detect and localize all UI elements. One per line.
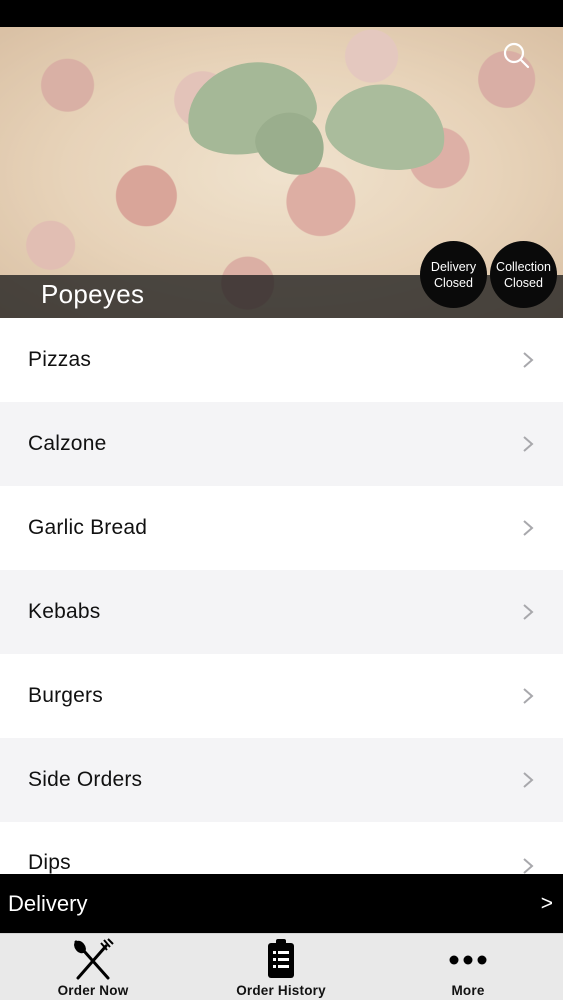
delivery-mode-bar[interactable]: Delivery > <box>0 874 563 933</box>
category-list: Pizzas Calzone Garlic Bread Kebabs Burge… <box>0 318 563 874</box>
hero-banner: Popeyes Delivery Closed Collection Close… <box>0 27 563 318</box>
category-row-kebabs[interactable]: Kebabs <box>0 570 563 654</box>
category-row-garlic-bread[interactable]: Garlic Bread <box>0 486 563 570</box>
ellipsis-icon <box>449 955 487 965</box>
chevron-right-icon <box>523 858 534 874</box>
category-row-calzone[interactable]: Calzone <box>0 402 563 486</box>
category-label: Calzone <box>28 432 107 455</box>
status-bar <box>0 0 563 27</box>
app-screen: Popeyes Delivery Closed Collection Close… <box>0 0 563 1000</box>
tab-order-now[interactable]: Order Now <box>13 934 173 1000</box>
chevron-right-icon <box>523 352 534 368</box>
category-row-pizzas[interactable]: Pizzas <box>0 318 563 402</box>
search-icon <box>503 42 530 69</box>
search-button[interactable] <box>502 41 530 69</box>
category-row-dips[interactable]: Dips <box>0 822 563 874</box>
collection-status-badge: Collection Closed <box>490 241 557 308</box>
fork-knife-icon <box>74 938 114 980</box>
delivery-status-badge: Delivery Closed <box>420 241 487 308</box>
category-label: Pizzas <box>28 348 92 371</box>
tab-label: Order History <box>236 983 326 998</box>
tab-bar: Order Now Order History More <box>0 933 563 1000</box>
collection-status-label: Collection <box>496 259 551 274</box>
category-label: Burgers <box>28 684 103 707</box>
delivery-status-value: Closed <box>434 275 473 290</box>
category-label: Garlic Bread <box>28 516 148 539</box>
category-row-burgers[interactable]: Burgers <box>0 654 563 738</box>
chevron-right-icon <box>523 436 534 452</box>
chevron-right-icon <box>523 688 534 704</box>
tab-more[interactable]: More <box>388 934 548 1000</box>
collection-status-value: Closed <box>504 275 543 290</box>
tab-order-history[interactable]: Order History <box>201 934 361 1000</box>
tab-label: Order Now <box>57 983 129 998</box>
clipboard-list-icon <box>268 939 294 978</box>
category-label: Kebabs <box>28 600 101 623</box>
chevron-right-icon <box>523 772 534 788</box>
category-row-side-orders[interactable]: Side Orders <box>0 738 563 822</box>
delivery-mode-label: Delivery <box>8 891 88 916</box>
restaurant-name: Popeyes <box>41 279 145 309</box>
category-label: Side Orders <box>28 768 143 791</box>
tab-label: More <box>451 983 485 998</box>
chevron-right-icon <box>523 520 534 536</box>
category-label: Dips <box>28 851 71 874</box>
delivery-status-label: Delivery <box>430 259 477 274</box>
chevron-right-icon <box>523 604 534 620</box>
delivery-mode-arrow: > <box>540 892 553 915</box>
